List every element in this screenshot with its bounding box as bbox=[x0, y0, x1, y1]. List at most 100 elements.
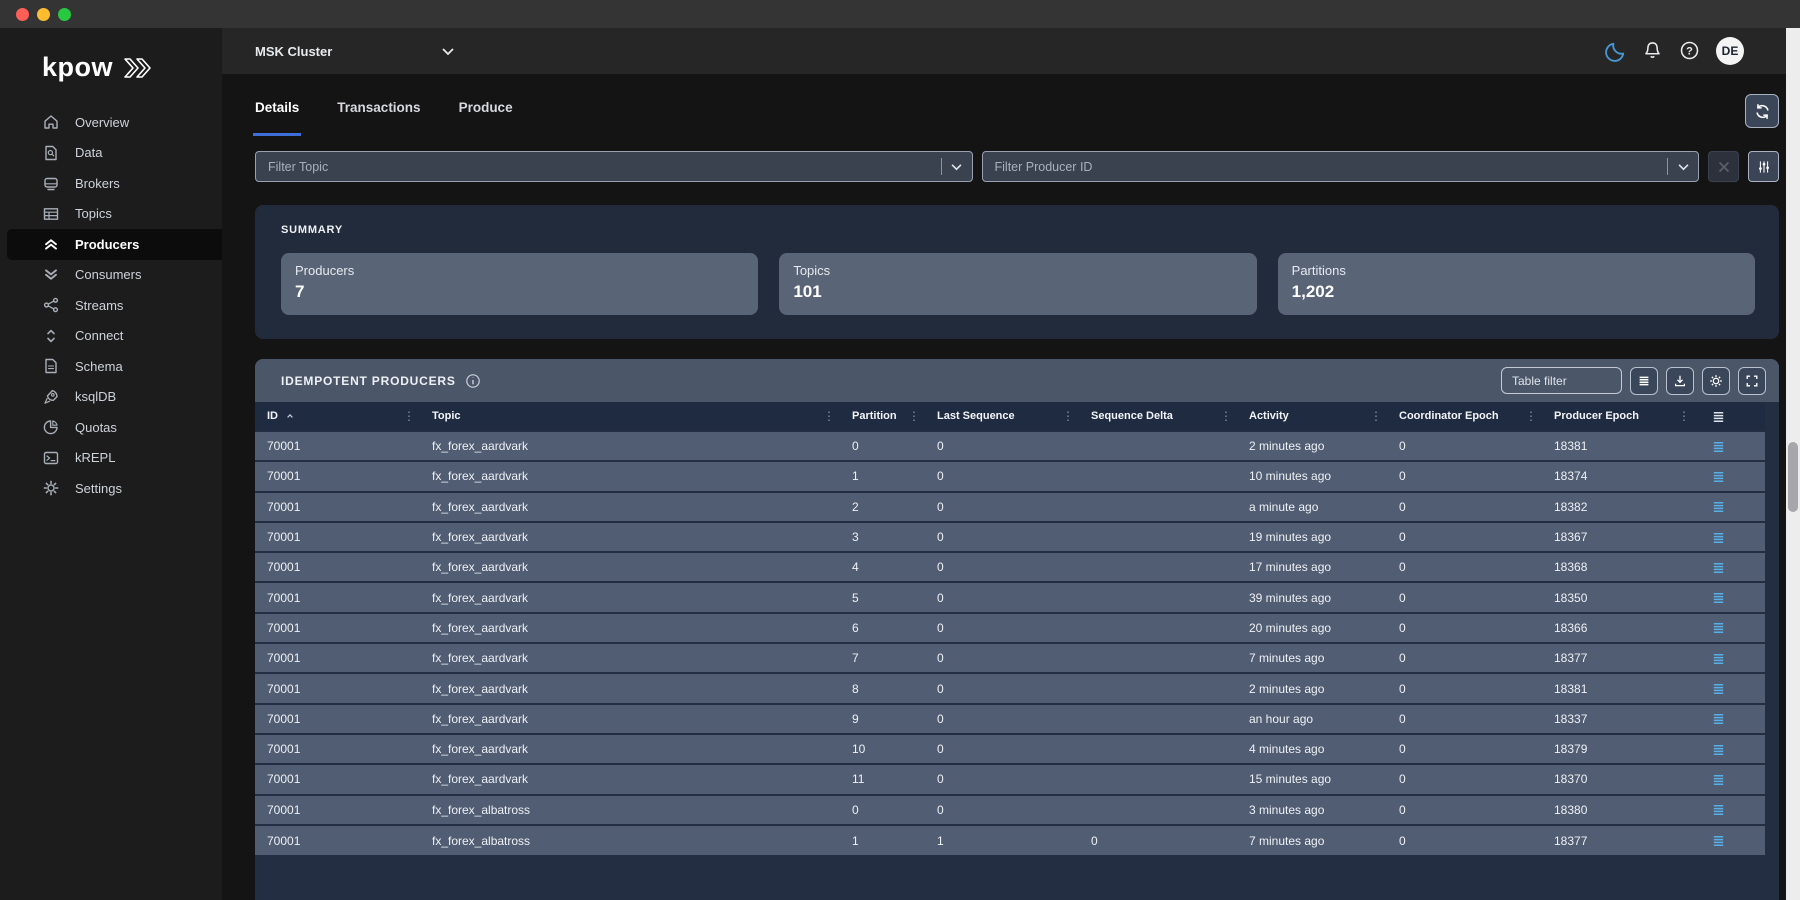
table-filter-input[interactable] bbox=[1501, 367, 1622, 394]
row-menu-icon[interactable] bbox=[1711, 772, 1726, 787]
scrollbar-thumb[interactable] bbox=[1788, 442, 1798, 512]
row-actions-cell[interactable] bbox=[1693, 673, 1765, 703]
unfold-icon bbox=[42, 327, 60, 345]
row-actions-cell[interactable] bbox=[1693, 461, 1765, 491]
table-rows-button[interactable] bbox=[1630, 367, 1658, 395]
row-menu-icon[interactable] bbox=[1711, 651, 1726, 666]
row-actions-cell[interactable] bbox=[1693, 582, 1765, 612]
tab-produce[interactable]: Produce bbox=[459, 94, 513, 140]
column-header-last-sequence[interactable]: Last Sequence⋮ bbox=[923, 402, 1077, 431]
refresh-button[interactable] bbox=[1745, 94, 1779, 128]
row-menu-icon[interactable] bbox=[1711, 499, 1726, 514]
table-cell: 18366 bbox=[1540, 613, 1693, 643]
download-button[interactable] bbox=[1666, 367, 1694, 395]
tab-transactions[interactable]: Transactions bbox=[337, 94, 420, 140]
row-menu-icon[interactable] bbox=[1711, 439, 1726, 454]
row-actions-cell[interactable] bbox=[1693, 613, 1765, 643]
close-window-button[interactable] bbox=[16, 8, 29, 21]
sidebar-item-streams[interactable]: Streams bbox=[0, 290, 222, 321]
fullscreen-button[interactable] bbox=[1738, 367, 1766, 395]
row-menu-icon[interactable] bbox=[1711, 590, 1726, 605]
row-actions-cell[interactable] bbox=[1693, 764, 1765, 794]
sidebar-item-topics[interactable]: Topics bbox=[0, 199, 222, 230]
column-menu-icon[interactable]: ⋮ bbox=[1370, 409, 1382, 423]
column-header-producer-epoch[interactable]: Producer Epoch⋮ bbox=[1540, 402, 1693, 431]
column-menu-icon[interactable]: ⋮ bbox=[908, 409, 920, 423]
column-menu-icon[interactable]: ⋮ bbox=[823, 409, 835, 423]
table-cell: 0 bbox=[1385, 582, 1540, 612]
filter-producer-id-input[interactable] bbox=[983, 160, 1668, 174]
terminal-icon bbox=[42, 449, 60, 467]
sidebar-item-data[interactable]: Data bbox=[0, 138, 222, 169]
sidebar-item-label: Topics bbox=[75, 206, 112, 221]
help-icon[interactable]: ? bbox=[1679, 40, 1701, 62]
row-menu-icon[interactable] bbox=[1711, 560, 1726, 575]
kpow-logo-chevrons-icon bbox=[122, 56, 158, 80]
column-header-partition[interactable]: Partition⋮ bbox=[838, 402, 923, 431]
table-cell: 70001 bbox=[255, 461, 418, 491]
column-menu-icon[interactable]: ⋮ bbox=[1525, 409, 1537, 423]
sidebar-item-ksqldb[interactable]: ksqlDB bbox=[0, 382, 222, 413]
row-actions-cell[interactable] bbox=[1693, 492, 1765, 522]
column-header-coordinator-epoch[interactable]: Coordinator Epoch⋮ bbox=[1385, 402, 1540, 431]
column-header-activity[interactable]: Activity⋮ bbox=[1235, 402, 1385, 431]
row-actions-cell[interactable] bbox=[1693, 795, 1765, 825]
sidebar-item-krepl[interactable]: kREPL bbox=[0, 443, 222, 474]
table-settings-button[interactable] bbox=[1702, 367, 1730, 395]
clear-filters-button[interactable] bbox=[1708, 151, 1739, 182]
dark-mode-moon-icon[interactable] bbox=[1605, 40, 1627, 62]
table-cell: 0 bbox=[923, 431, 1077, 461]
row-actions-cell[interactable] bbox=[1693, 431, 1765, 461]
row-menu-icon[interactable] bbox=[1711, 802, 1726, 817]
columns-menu-icon[interactable] bbox=[1711, 409, 1726, 424]
table-cell: 10 bbox=[838, 734, 923, 764]
sidebar-item-connect[interactable]: Connect bbox=[0, 321, 222, 352]
row-actions-cell[interactable] bbox=[1693, 552, 1765, 582]
sidebar-item-brokers[interactable]: Brokers bbox=[0, 168, 222, 199]
column-menu-icon[interactable]: ⋮ bbox=[1220, 409, 1232, 423]
row-menu-icon[interactable] bbox=[1711, 469, 1726, 484]
table-row: 70001fx_forex_albatross1107 minutes ago0… bbox=[255, 825, 1765, 855]
column-header-topic[interactable]: Topic⋮ bbox=[418, 402, 838, 431]
sidebar-item-overview[interactable]: Overview bbox=[0, 107, 222, 138]
zoom-window-button[interactable] bbox=[58, 8, 71, 21]
sidebar-item-producers[interactable]: Producers bbox=[7, 229, 222, 260]
sidebar-item-consumers[interactable]: Consumers bbox=[0, 260, 222, 291]
minimize-window-button[interactable] bbox=[37, 8, 50, 21]
row-actions-cell[interactable] bbox=[1693, 734, 1765, 764]
tab-details[interactable]: Details bbox=[255, 94, 299, 140]
row-menu-icon[interactable] bbox=[1711, 620, 1726, 635]
column-menu-icon[interactable]: ⋮ bbox=[1062, 409, 1074, 423]
column-menu-icon[interactable]: ⋮ bbox=[403, 409, 415, 423]
page-scrollbar[interactable] bbox=[1786, 28, 1800, 900]
column-menu-icon[interactable]: ⋮ bbox=[1678, 409, 1690, 423]
notifications-bell-icon[interactable] bbox=[1642, 40, 1664, 62]
row-menu-icon[interactable] bbox=[1711, 742, 1726, 757]
table-cell: 0 bbox=[923, 734, 1077, 764]
filter-topic-input[interactable] bbox=[256, 160, 941, 174]
info-icon[interactable] bbox=[465, 373, 481, 389]
avatar[interactable]: DE bbox=[1716, 37, 1744, 65]
sidebar-item-quotas[interactable]: Quotas bbox=[0, 412, 222, 443]
filter-settings-button[interactable] bbox=[1748, 151, 1779, 182]
cluster-selector[interactable]: MSK Cluster bbox=[255, 44, 455, 59]
sidebar-item-schema[interactable]: Schema bbox=[0, 351, 222, 382]
table-cell: 18380 bbox=[1540, 795, 1693, 825]
table-cell: 20 minutes ago bbox=[1235, 613, 1385, 643]
row-menu-icon[interactable] bbox=[1711, 833, 1726, 848]
row-menu-icon[interactable] bbox=[1711, 681, 1726, 696]
row-actions-cell[interactable] bbox=[1693, 643, 1765, 673]
row-actions-cell[interactable] bbox=[1693, 522, 1765, 552]
row-menu-icon[interactable] bbox=[1711, 711, 1726, 726]
column-header-menu[interactable] bbox=[1693, 402, 1765, 431]
table-cell: 18377 bbox=[1540, 643, 1693, 673]
column-header-sequence-delta[interactable]: Sequence Delta⋮ bbox=[1077, 402, 1235, 431]
sidebar-item-settings[interactable]: Settings bbox=[0, 473, 222, 504]
row-actions-cell[interactable] bbox=[1693, 825, 1765, 855]
chevron-down-icon[interactable] bbox=[1668, 163, 1698, 171]
row-menu-icon[interactable] bbox=[1711, 530, 1726, 545]
kpow-logo-text: kpow bbox=[42, 52, 113, 83]
row-actions-cell[interactable] bbox=[1693, 704, 1765, 734]
chevron-down-icon[interactable] bbox=[942, 163, 972, 171]
column-header-id[interactable]: ID⋮ bbox=[255, 402, 418, 431]
